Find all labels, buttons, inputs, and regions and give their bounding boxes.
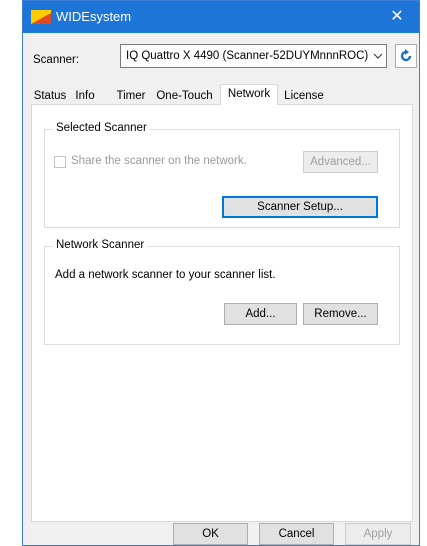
- apply-button[interactable]: Apply: [345, 523, 411, 545]
- tab-network[interactable]: Network: [220, 84, 278, 105]
- scanner-setup-button[interactable]: Scanner Setup...: [222, 196, 378, 218]
- selected-scanner-group: Selected Scanner Share the scanner on th…: [44, 122, 400, 228]
- network-scanner-group: Network Scanner Add a network scanner to…: [44, 239, 400, 345]
- network-scanner-title: Network Scanner: [53, 239, 148, 251]
- refresh-button[interactable]: [395, 44, 417, 68]
- chevron-down-icon: [373, 53, 383, 59]
- share-scanner-checkbox[interactable]: [54, 156, 66, 168]
- close-icon: ✕: [390, 8, 404, 25]
- remove-scanner-button[interactable]: Remove...: [303, 303, 378, 325]
- scanner-dropdown[interactable]: IQ Quattro X 4490 (Scanner-52DUYMnnnROC): [120, 44, 387, 68]
- add-scanner-button[interactable]: Add...: [224, 303, 297, 325]
- app-logo-icon: [31, 10, 51, 24]
- ok-button[interactable]: OK: [173, 523, 248, 545]
- network-tab-panel: Selected Scanner Share the scanner on th…: [31, 104, 413, 522]
- window-title: WIDEsystem: [56, 9, 132, 24]
- refresh-icon: [400, 49, 412, 62]
- title-bar[interactable]: WIDEsystem ✕: [23, 1, 419, 33]
- close-button[interactable]: ✕: [375, 1, 419, 33]
- dialog-window: WIDEsystem ✕ Scanner: IQ Quattro X 4490 …: [22, 0, 420, 546]
- tab-info[interactable]: Info: [69, 88, 101, 104]
- scanner-label: Scanner:: [33, 54, 80, 66]
- network-scanner-description: Add a network scanner to your scanner li…: [55, 269, 276, 281]
- scanner-selected-value: IQ Quattro X 4490 (Scanner-52DUYMnnnROC): [126, 50, 369, 62]
- tab-timer[interactable]: Timer: [111, 88, 151, 104]
- tab-one-touch[interactable]: One-Touch: [152, 88, 217, 104]
- advanced-button[interactable]: Advanced...: [303, 151, 378, 173]
- cancel-button[interactable]: Cancel: [259, 523, 334, 545]
- tab-status[interactable]: Status: [31, 88, 69, 104]
- selected-scanner-title: Selected Scanner: [53, 122, 150, 134]
- share-scanner-label: Share the scanner on the network.: [71, 155, 247, 167]
- tab-license[interactable]: License: [279, 88, 329, 104]
